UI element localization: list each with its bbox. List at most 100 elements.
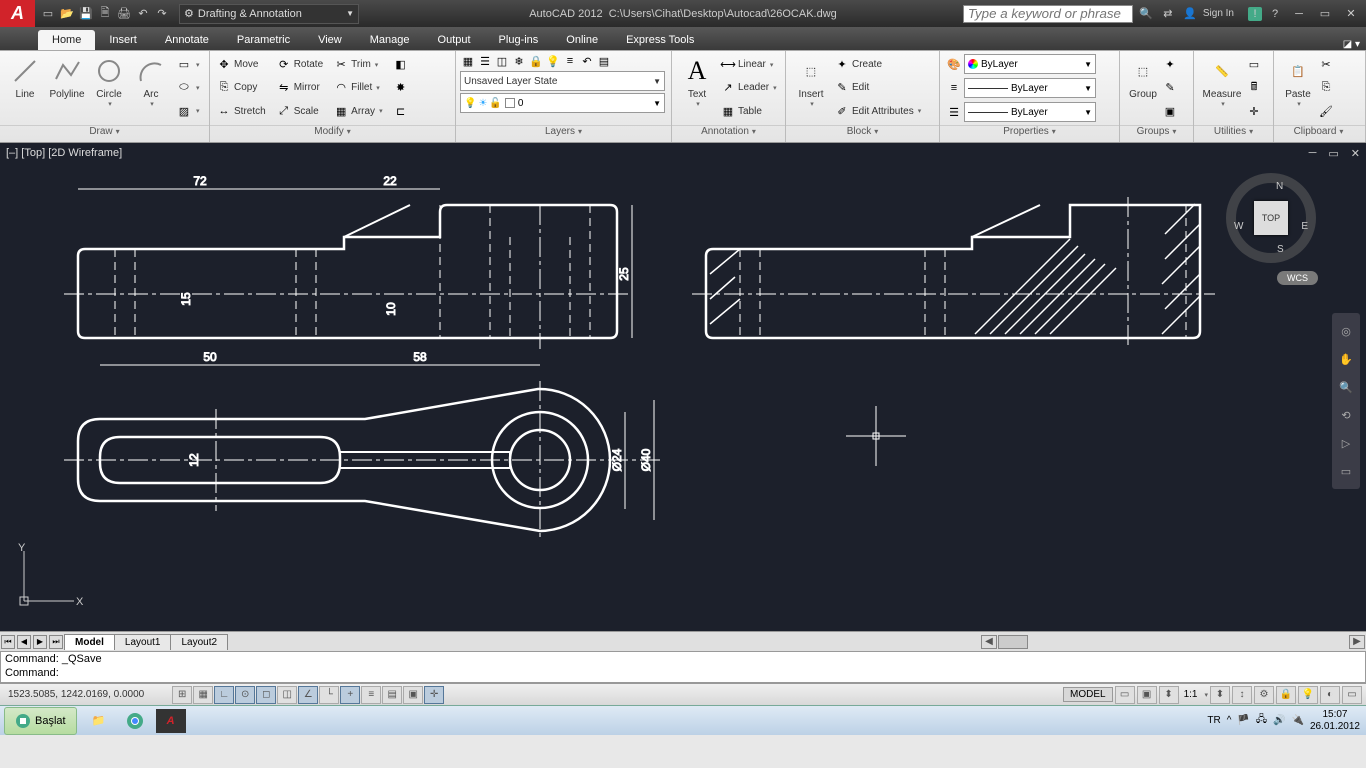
ortho-toggle[interactable]: ∟ — [214, 686, 234, 704]
plot-icon[interactable]: 🖨 — [115, 5, 133, 23]
tray-flag-icon[interactable]: 🏴 — [1237, 715, 1249, 726]
coordinates-display[interactable]: 1523.5085, 1242.0169, 0.0000 — [0, 689, 152, 700]
panel-groups-title[interactable]: Groups — [1120, 125, 1193, 142]
polyline-button[interactable]: Polyline — [46, 53, 88, 123]
trim-button[interactable]: ✂Trim▾ — [331, 54, 384, 76]
layer-state-icon[interactable]: ☰ — [477, 53, 493, 69]
move-button[interactable]: ✥Move — [214, 54, 268, 76]
zoom-icon[interactable]: 🔍 — [1336, 377, 1356, 397]
save-icon[interactable]: 💾 — [77, 5, 95, 23]
workspace-dropdown[interactable]: ⚙Drafting & Annotation ▼ — [179, 4, 359, 24]
panel-modify-title[interactable]: Modify — [210, 125, 455, 142]
exchange-icon[interactable]: ⇄ — [1159, 5, 1177, 23]
orbit-icon[interactable]: ⟲ — [1336, 405, 1356, 425]
cut-icon[interactable]: ✂ — [1318, 57, 1334, 73]
grid-toggle[interactable]: ▦ — [193, 686, 213, 704]
panel-properties-title[interactable]: Properties — [940, 125, 1119, 142]
hatch-button[interactable]: ▨▾ — [174, 100, 202, 122]
block-edit-button[interactable]: ✎Edit — [832, 77, 923, 99]
tray-power-icon[interactable]: 🔌 — [1291, 715, 1303, 726]
polar-toggle[interactable]: ⊙ — [235, 686, 255, 704]
layer-freeze-icon[interactable]: ❄ — [511, 53, 527, 69]
hscroll-right[interactable]: ▶ — [1349, 635, 1365, 649]
taskbar-clock[interactable]: 15:0726.01.2012 — [1310, 709, 1360, 733]
fillet-button[interactable]: ◠Fillet▾ — [331, 77, 384, 99]
redo-icon[interactable]: ↷ — [153, 5, 171, 23]
group-bbox-icon[interactable]: ▣ — [1162, 103, 1178, 119]
layer-walk-icon[interactable]: ▤ — [596, 53, 612, 69]
mirror-button[interactable]: ⇋Mirror — [274, 77, 325, 99]
insert-button[interactable]: ⬚Insert▾ — [790, 53, 832, 123]
qp-toggle[interactable]: ▣ — [403, 686, 423, 704]
tab-next-icon[interactable]: ▶ — [33, 635, 47, 649]
erase-button[interactable]: ◧ — [391, 54, 411, 76]
offset-button[interactable]: ⊏ — [391, 100, 411, 122]
copy-button[interactable]: ⎘Copy — [214, 77, 268, 99]
tab-insert[interactable]: Insert — [95, 30, 151, 50]
group-edit-icon[interactable]: ✎ — [1162, 80, 1178, 96]
quickview-layouts-icon[interactable]: ▭ — [1115, 686, 1135, 704]
model-space-button[interactable]: MODEL — [1063, 687, 1113, 702]
minimize-icon[interactable]: ─ — [1288, 6, 1310, 22]
hardware-accel-icon[interactable]: 💡 — [1298, 686, 1318, 704]
explode-button[interactable]: ✸ — [391, 77, 411, 99]
layer-off-icon[interactable]: 💡 — [545, 53, 561, 69]
rotate-button[interactable]: ⟳Rotate — [274, 54, 325, 76]
wcs-badge[interactable]: WCS — [1277, 271, 1318, 285]
leader-button[interactable]: ↗Leader▾ — [718, 77, 779, 99]
vp-close-icon[interactable]: ✕ — [1351, 147, 1360, 160]
block-attr-button[interactable]: ✐Edit Attributes▾ — [832, 100, 923, 122]
undo-icon[interactable]: ↶ — [134, 5, 152, 23]
tab-plugins[interactable]: Plug-ins — [485, 30, 553, 50]
group-button[interactable]: ⬚Group — [1124, 53, 1162, 123]
circle-button[interactable]: Circle▾ — [88, 53, 130, 123]
quickcalc-icon[interactable]: 🖩 — [1246, 80, 1262, 96]
command-prompt[interactable]: Command: — [5, 667, 1361, 681]
annovisibility-icon[interactable]: ⬍ — [1210, 686, 1230, 704]
search-input[interactable] — [963, 5, 1133, 23]
snap-toggle[interactable]: ⊞ — [172, 686, 192, 704]
open-icon[interactable]: 📂 — [58, 5, 76, 23]
ribbon-collapse-icon[interactable]: ◪ ▾ — [1337, 39, 1366, 50]
arc-button[interactable]: Arc▾ — [130, 53, 172, 123]
tpy-toggle[interactable]: ▤ — [382, 686, 402, 704]
viewcube-north[interactable]: N — [1276, 181, 1283, 192]
viewcube-face[interactable]: TOP — [1254, 201, 1288, 235]
panel-utilities-title[interactable]: Utilities — [1194, 125, 1273, 142]
panel-draw-title[interactable]: Draw — [0, 125, 209, 142]
annoautoscale-icon[interactable]: ↕ — [1232, 686, 1252, 704]
search-icon[interactable]: 🔍 — [1137, 5, 1155, 23]
panel-annotation-title[interactable]: Annotation — [672, 125, 785, 142]
steering-wheel-icon[interactable]: ◎ — [1336, 321, 1356, 341]
quickview-drawings-icon[interactable]: ▣ — [1137, 686, 1157, 704]
app-logo[interactable]: A — [0, 0, 35, 27]
point-icon[interactable]: ✛ — [1246, 103, 1262, 119]
stretch-button[interactable]: ↔Stretch — [214, 100, 268, 122]
toolbar-lock-icon[interactable]: 🔒 — [1276, 686, 1296, 704]
layer-match-icon[interactable]: ≡ — [562, 53, 578, 69]
ducs-toggle[interactable]: └ — [319, 686, 339, 704]
array-button[interactable]: ▦Array▾ — [331, 100, 384, 122]
saveas-icon[interactable]: 🗎 — [96, 5, 114, 23]
tab-prev-icon[interactable]: ◀ — [17, 635, 31, 649]
copy-clip-icon[interactable]: ⎘ — [1318, 80, 1334, 96]
paste-button[interactable]: 📋Paste▾ — [1278, 53, 1318, 123]
new-icon[interactable]: ▭ — [39, 5, 57, 23]
viewcube-west[interactable]: W — [1234, 221, 1243, 232]
scale-button[interactable]: ⤢Scale — [274, 100, 325, 122]
signin-icon[interactable]: 👤 — [1181, 5, 1199, 23]
match-icon[interactable]: 🖌 — [1318, 103, 1334, 119]
ungroup-icon[interactable]: ✦ — [1162, 57, 1178, 73]
tray-network-icon[interactable]: 🖧 — [1256, 712, 1267, 729]
line-button[interactable]: Line — [4, 53, 46, 123]
viewcube[interactable]: N S W E TOP — [1226, 173, 1316, 263]
tab-annotate[interactable]: Annotate — [151, 30, 223, 50]
annoscale-icon[interactable]: ⬍ — [1159, 686, 1179, 704]
language-indicator[interactable]: TR — [1207, 715, 1220, 726]
viewcube-south[interactable]: S — [1277, 244, 1284, 255]
tray-chevron-icon[interactable]: ^ — [1227, 715, 1232, 726]
linear-dim-button[interactable]: ⟷Linear▾ — [718, 54, 779, 76]
layout1-tab[interactable]: Layout1 — [114, 634, 172, 650]
info-icon[interactable]: ! — [1248, 7, 1262, 21]
measure-button[interactable]: 📏Measure▾ — [1198, 53, 1246, 123]
